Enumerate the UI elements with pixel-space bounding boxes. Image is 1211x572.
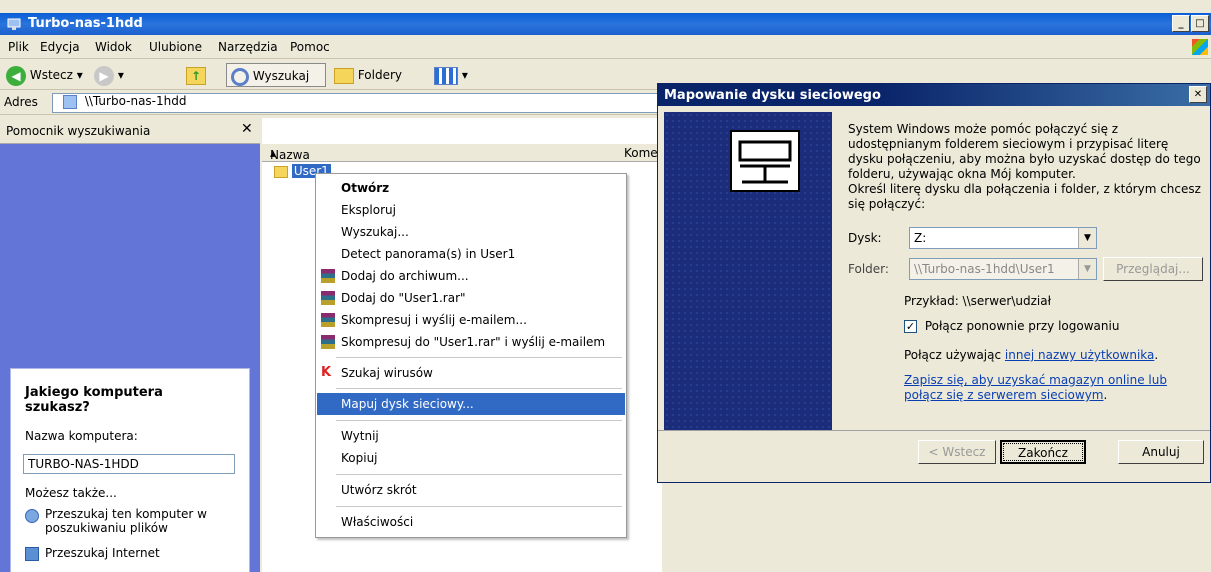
menu-item-copy[interactable]: Kopiuj [317, 447, 625, 469]
minimize-button[interactable]: _ [1172, 15, 1190, 32]
forward-button[interactable]: ▶ ▾ [94, 63, 134, 87]
folders-button[interactable]: Foldery [334, 63, 424, 87]
up-folder-icon: ↑ [186, 66, 206, 85]
menu-separator [336, 506, 622, 507]
column-header: Nazwa ▴ Kome [262, 144, 662, 162]
up-folder-button[interactable]: ↑ [186, 63, 212, 87]
menu-item-open[interactable]: Otwórz [317, 177, 625, 199]
network-folder-icon [63, 95, 77, 109]
back-arrow-icon: ◀ [6, 65, 26, 86]
menu-widok[interactable]: Widok [95, 40, 132, 54]
menu-item-cut[interactable]: Wytnij [317, 425, 625, 447]
online-storage-link[interactable]: Zapisz się, aby uzyskać magazyn online l… [904, 373, 1167, 402]
search-form: Jakiego komputera szukasz? Nazwa kompute… [10, 368, 250, 572]
menu-item-detect-panorama[interactable]: Detect panorama(s) in User1 [317, 243, 625, 265]
map-network-drive-dialog: Mapowanie dysku sieciowego ✕ System Wind… [657, 83, 1211, 483]
network-drive-icon [730, 130, 800, 192]
windows-logo-icon [1192, 39, 1208, 55]
other-username-link[interactable]: innej nazwy użytkownika [1005, 348, 1154, 362]
menu-pomoc[interactable]: Pomoc [290, 40, 330, 54]
search-pane-title: Pomocnik wyszukiwania [6, 124, 151, 138]
signup-line: Zapisz się, aby uzyskać magazyn online l… [904, 373, 1167, 402]
connect-using-line: Połącz używając innej nazwy użytkownika. [904, 348, 1159, 362]
folder-label: Folder: [848, 262, 889, 276]
menu-narzedzia[interactable]: Narzędzia [218, 40, 278, 54]
dialog-title-bar: Mapowanie dysku sieciowego ✕ [658, 84, 1210, 106]
search-companion-pane: Pomocnik wyszukiwania ✕ Jakiego komputer… [0, 118, 260, 572]
menu-item-properties[interactable]: Właściwości [317, 511, 625, 533]
close-pane-button[interactable]: ✕ [241, 121, 253, 137]
also-heading: Możesz także... [25, 486, 117, 500]
back-button[interactable]: < Wstecz [918, 440, 996, 464]
search-pane-header: Pomocnik wyszukiwania ✕ [0, 118, 260, 144]
folders-icon [334, 67, 354, 84]
menu-item-create-shortcut[interactable]: Utwórz skrót [317, 479, 625, 501]
computer-name-label: Nazwa komputera: [25, 429, 138, 443]
menu-item-virus-scan[interactable]: K Szukaj wirusów [317, 362, 625, 384]
chevron-down-icon: ▼ [1078, 228, 1096, 248]
network-folder-icon [6, 16, 22, 32]
address-label: Adres [4, 95, 38, 109]
back-button[interactable]: ◀ Wstecz ▾ [6, 63, 86, 87]
example-text: Przykład: \\serwer\udział [904, 294, 1051, 308]
maximize-button[interactable]: □ [1191, 15, 1209, 32]
dialog-title: Mapowanie dysku sieciowego [664, 88, 881, 103]
drive-select[interactable]: Z: ▼ [909, 227, 1097, 249]
kaspersky-icon: K [321, 365, 332, 380]
chevron-down-icon: ▼ [1078, 259, 1096, 279]
search-button[interactable]: Wyszukaj [226, 63, 326, 87]
context-menu: Otwórz Eksploruj Wyszukaj... Detect pano… [315, 173, 627, 538]
search-files-icon [25, 509, 39, 523]
browse-button[interactable]: Przeglądaj... [1103, 257, 1203, 281]
winrar-icon [321, 269, 335, 283]
winrar-icon [321, 291, 335, 305]
reconnect-label: Połącz ponownie przy logowaniu [924, 319, 1120, 333]
menu-ulubione[interactable]: Ulubione [149, 40, 202, 54]
reconnect-checkbox-row[interactable]: ✓ Połącz ponownie przy logowaniu [904, 319, 1119, 333]
menu-separator [336, 388, 622, 389]
dialog-intro: System Windows może pomóc połączyć się z… [848, 122, 1201, 181]
drive-label: Dysk: [848, 231, 882, 245]
shared-folder-icon [274, 165, 288, 178]
menu-separator [336, 474, 622, 475]
menu-bar: Plik Edycja Widok Ulubione Narzędzia Pom… [0, 36, 1211, 59]
menu-item-compress-email[interactable]: Skompresuj i wyślij e-mailem... [317, 309, 625, 331]
views-button[interactable]: ▾ [434, 63, 478, 87]
internet-icon [25, 547, 39, 561]
window-title: Turbo-nas-1hdd [28, 16, 143, 31]
address-input[interactable]: \\Turbo-nas-1hdd [52, 93, 662, 113]
dialog-close-button[interactable]: ✕ [1189, 86, 1207, 103]
column-name[interactable]: Nazwa ▴ [270, 146, 310, 162]
folder-select[interactable]: \\Turbo-nas-1hdd\User1 ▼ [909, 258, 1097, 280]
forward-arrow-icon: ▶ [94, 65, 114, 86]
wizard-graphic [664, 112, 832, 430]
menu-plik[interactable]: Plik [8, 40, 29, 54]
menu-separator [336, 420, 622, 421]
magnifier-icon [231, 67, 249, 86]
column-comment[interactable]: Kome [624, 146, 658, 160]
menu-item-add-archive[interactable]: Dodaj do archiwum... [317, 265, 625, 287]
dialog-separator [658, 430, 1210, 431]
dialog-instruction: Określ literę dysku dla połączenia i fol… [848, 182, 1201, 211]
menu-item-add-rar[interactable]: Dodaj do "User1.rar" [317, 287, 625, 309]
menu-item-compress-rar-email[interactable]: Skompresuj do "User1.rar" i wyślij e-mai… [317, 331, 625, 353]
title-bar: Turbo-nas-1hdd _ □ [0, 13, 1211, 35]
menu-separator [336, 357, 622, 358]
menu-item-explore[interactable]: Eksploruj [317, 199, 625, 221]
finish-button[interactable]: Zakończ [1000, 440, 1086, 464]
reconnect-checkbox[interactable]: ✓ [904, 320, 917, 333]
search-question: Jakiego komputera szukasz? [25, 385, 163, 415]
menu-item-map-network-drive[interactable]: Mapuj dysk sieciowy... [317, 393, 625, 415]
menu-edycja[interactable]: Edycja [40, 40, 80, 54]
menu-item-search[interactable]: Wyszukaj... [317, 221, 625, 243]
dialog-description: System Windows może pomóc połączyć się z… [848, 122, 1203, 212]
winrar-icon [321, 313, 335, 327]
computer-name-input[interactable]: TURBO-NAS-1HDD [23, 454, 235, 474]
cancel-button[interactable]: Anuluj [1118, 440, 1204, 464]
winrar-icon [321, 335, 335, 349]
views-icon [434, 66, 458, 85]
